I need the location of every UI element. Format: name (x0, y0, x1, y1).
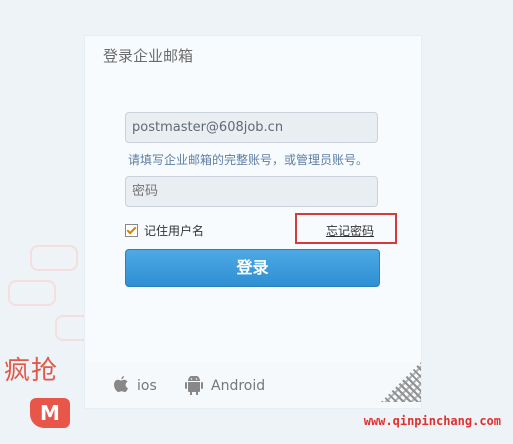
watermark: www.qinpinchang.com (363, 414, 501, 428)
android-app-link[interactable]: Android (185, 376, 265, 396)
forgot-password-link[interactable]: 忘记密码 (326, 222, 374, 239)
email-hint: 请填写企业邮箱的完整账号，或管理员账号。 (128, 153, 369, 167)
app-download-bar: ios Android (85, 362, 421, 408)
decorative-mail-logo (8, 280, 56, 306)
promo-text: 疯抢 (4, 356, 59, 386)
login-button[interactable]: 登录 (125, 249, 380, 287)
ios-app-link[interactable]: ios (113, 376, 157, 395)
ios-label: ios (137, 377, 157, 394)
remember-label: 记住用户名 (144, 224, 205, 238)
login-panel: 登录企业邮箱 请填写企业邮箱的完整账号，或管理员账号。 记住用户名 忘记密码 登… (84, 35, 422, 409)
panel-title: 登录企业邮箱 (103, 47, 194, 65)
password-field[interactable] (125, 176, 378, 207)
qr-code-corner[interactable] (381, 362, 421, 402)
remember-checkbox[interactable] (125, 224, 138, 237)
apple-icon (114, 376, 128, 393)
remember-username[interactable]: 记住用户名 (125, 222, 204, 239)
decorative-mail-logo (30, 245, 78, 271)
email-field[interactable] (125, 112, 378, 143)
android-icon (185, 376, 203, 395)
android-label: Android (211, 378, 266, 394)
promo-mail-logo: M (30, 398, 70, 428)
